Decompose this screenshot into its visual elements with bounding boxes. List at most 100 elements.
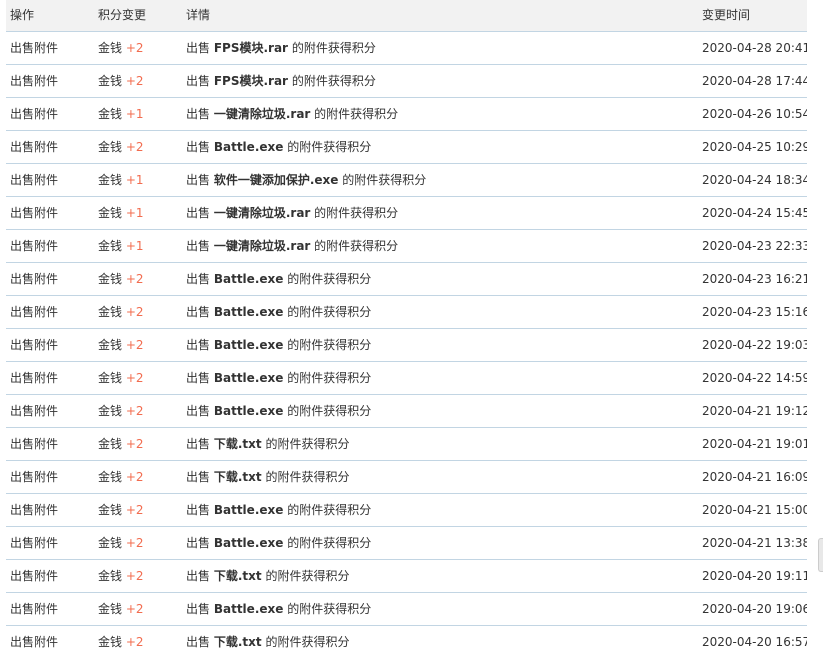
row-detail: 出售 Battle.exe 的附件获得积分 xyxy=(186,263,696,295)
row-detail-prefix: 出售 xyxy=(186,503,211,517)
row-detail: 出售 Battle.exe 的附件获得积分 xyxy=(186,329,696,361)
row-detail: 出售 FPS模块.rar 的附件获得积分 xyxy=(186,32,696,64)
row-action: 出售附件 xyxy=(10,140,59,154)
row-action: 出售附件 xyxy=(10,404,59,418)
table-row: 出售附件 金钱 +2 出售 Battle.exe 的附件获得积分 2020-04-22… xyxy=(6,362,807,395)
row-detail: 出售 Battle.exe 的附件获得积分 xyxy=(186,362,696,394)
side-scroll-handle[interactable] xyxy=(818,538,823,572)
row-time: 2020-04-22 19:03 xyxy=(702,338,807,352)
row-attachment-name: Battle.exe xyxy=(213,404,284,418)
row-points: 金钱 +2 xyxy=(98,296,184,328)
row-currency: 金钱 xyxy=(98,173,123,187)
row-detail: 出售 Battle.exe 的附件获得积分 xyxy=(186,395,696,427)
row-points-value: +1 xyxy=(125,239,144,253)
row-action: 出售附件 xyxy=(10,635,59,649)
table-row: 出售附件 金钱 +1 出售 软件一键添加保护.exe 的附件获得积分 2020-04-… xyxy=(6,164,807,197)
row-detail-prefix: 出售 xyxy=(186,338,211,352)
table-row: 出售附件 金钱 +2 出售 Battle.exe 的附件获得积分 2020-04-20… xyxy=(6,593,807,626)
row-points: 金钱 +2 xyxy=(98,65,184,97)
row-detail: 出售 一键清除垃圾.rar 的附件获得积分 xyxy=(186,197,696,229)
row-points: 金钱 +2 xyxy=(98,428,184,460)
row-points-value: +2 xyxy=(125,470,144,484)
row-detail: 出售 下载.txt 的附件获得积分 xyxy=(186,461,696,493)
row-detail-suffix: 的附件获得积分 xyxy=(287,602,372,616)
row-action: 出售附件 xyxy=(10,371,59,385)
row-detail-prefix: 出售 xyxy=(186,107,211,121)
row-detail-prefix: 出售 xyxy=(186,635,211,649)
row-time: 2020-04-20 19:06 xyxy=(702,602,807,616)
row-currency: 金钱 xyxy=(98,470,123,484)
row-points-value: +2 xyxy=(125,41,144,55)
row-points-value: +1 xyxy=(125,173,144,187)
row-time: 2020-04-26 10:54 xyxy=(702,107,807,121)
row-points-value: +2 xyxy=(125,305,144,319)
row-attachment-name: 软件一键添加保护.exe xyxy=(213,173,339,187)
row-detail-suffix: 的附件获得积分 xyxy=(287,371,372,385)
row-detail: 出售 Battle.exe 的附件获得积分 xyxy=(186,296,696,328)
row-currency: 金钱 xyxy=(98,437,123,451)
row-detail-prefix: 出售 xyxy=(186,272,211,286)
row-detail-prefix: 出售 xyxy=(186,470,211,484)
row-detail: 出售 Battle.exe 的附件获得积分 xyxy=(186,593,696,625)
row-attachment-name: Battle.exe xyxy=(213,140,284,154)
row-detail-suffix: 的附件获得积分 xyxy=(342,173,427,187)
row-detail: 出售 Battle.exe 的附件获得积分 xyxy=(186,527,696,559)
row-points: 金钱 +2 xyxy=(98,362,184,394)
row-time: 2020-04-24 18:34 xyxy=(702,173,807,187)
row-detail-prefix: 出售 xyxy=(186,536,211,550)
row-currency: 金钱 xyxy=(98,569,123,583)
row-detail-suffix: 的附件获得积分 xyxy=(265,470,350,484)
row-action: 出售附件 xyxy=(10,470,59,484)
row-action: 出售附件 xyxy=(10,305,59,319)
row-detail-suffix: 的附件获得积分 xyxy=(287,272,372,286)
row-currency: 金钱 xyxy=(98,602,123,616)
row-points-value: +1 xyxy=(125,107,144,121)
row-currency: 金钱 xyxy=(98,107,123,121)
row-detail-suffix: 的附件获得积分 xyxy=(291,41,376,55)
row-points: 金钱 +2 xyxy=(98,560,184,592)
row-time: 2020-04-28 20:41 xyxy=(702,41,807,55)
row-detail: 出售 下载.txt 的附件获得积分 xyxy=(186,626,696,658)
header-change-time: 变更时间 xyxy=(702,8,751,22)
row-points: 金钱 +2 xyxy=(98,395,184,427)
row-detail-prefix: 出售 xyxy=(186,173,211,187)
row-attachment-name: FPS模块.rar xyxy=(213,74,288,88)
table-row: 出售附件 金钱 +2 出售 Battle.exe 的附件获得积分 2020-04-21… xyxy=(6,494,807,527)
row-points-value: +2 xyxy=(125,503,144,517)
row-action: 出售附件 xyxy=(10,602,59,616)
row-attachment-name: Battle.exe xyxy=(213,503,284,517)
table-header: 操作 积分变更 详情 变更时间 xyxy=(6,0,807,32)
row-points-value: +2 xyxy=(125,602,144,616)
row-time: 2020-04-20 19:11 xyxy=(702,569,807,583)
row-currency: 金钱 xyxy=(98,635,123,649)
row-detail-prefix: 出售 xyxy=(186,569,211,583)
row-attachment-name: Battle.exe xyxy=(213,305,284,319)
row-points-value: +2 xyxy=(125,338,144,352)
row-action: 出售附件 xyxy=(10,239,59,253)
row-currency: 金钱 xyxy=(98,206,123,220)
row-time: 2020-04-23 15:16 xyxy=(702,305,807,319)
table-row: 出售附件 金钱 +1 出售 一键清除垃圾.rar 的附件获得积分 2020-04-24… xyxy=(6,197,807,230)
row-detail-suffix: 的附件获得积分 xyxy=(287,503,372,517)
row-points: 金钱 +1 xyxy=(98,230,184,262)
row-detail-prefix: 出售 xyxy=(186,305,211,319)
row-detail-suffix: 的附件获得积分 xyxy=(265,569,350,583)
row-time: 2020-04-21 16:09 xyxy=(702,470,807,484)
row-points: 金钱 +1 xyxy=(98,197,184,229)
row-detail: 出售 一键清除垃圾.rar 的附件获得积分 xyxy=(186,98,696,130)
row-action: 出售附件 xyxy=(10,107,59,121)
row-attachment-name: 一键清除垃圾.rar xyxy=(213,206,311,220)
row-detail: 出售 Battle.exe 的附件获得积分 xyxy=(186,494,696,526)
row-points-value: +2 xyxy=(125,536,144,550)
row-detail-suffix: 的附件获得积分 xyxy=(314,239,399,253)
table-row: 出售附件 金钱 +1 出售 一键清除垃圾.rar 的附件获得积分 2020-04-23… xyxy=(6,230,807,263)
header-details: 详情 xyxy=(186,8,211,22)
row-detail: 出售 Battle.exe 的附件获得积分 xyxy=(186,131,696,163)
row-detail-prefix: 出售 xyxy=(186,371,211,385)
table-row: 出售附件 金钱 +2 出售 Battle.exe 的附件获得积分 2020-04-22… xyxy=(6,329,807,362)
row-points-value: +2 xyxy=(125,74,144,88)
table-row: 出售附件 金钱 +2 出售 Battle.exe 的附件获得积分 2020-04-21… xyxy=(6,527,807,560)
row-detail-prefix: 出售 xyxy=(186,602,211,616)
row-action: 出售附件 xyxy=(10,173,59,187)
header-action: 操作 xyxy=(10,8,35,22)
